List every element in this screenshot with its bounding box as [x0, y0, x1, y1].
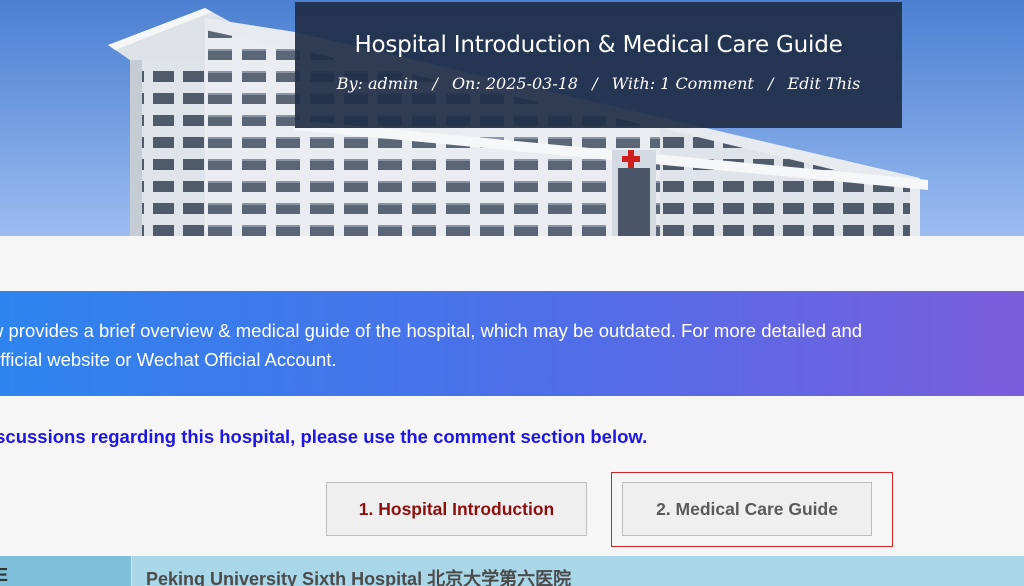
meta-separator: / — [432, 74, 438, 93]
tab-medical-care-guide[interactable]: 2. Medical Care Guide — [622, 482, 872, 536]
comment-prompt: iscussions regarding this hospital, plea… — [0, 426, 648, 447]
meta-with-label: With: — [611, 74, 656, 93]
meta-separator: / — [767, 74, 774, 93]
table-value-cell: Peking University Sixth Hospital 北京大学第六医… — [132, 556, 1024, 586]
meta-separator: / — [592, 74, 598, 93]
edit-post-link[interactable]: Edit This — [787, 74, 860, 93]
post-date-link[interactable]: 2025-03-18 — [486, 74, 578, 93]
table-key-cell: E — [0, 556, 132, 586]
hero-image: Hospital Introduction & Medical Care Gui… — [0, 0, 1024, 236]
meta-by-label: By: — [336, 74, 363, 93]
tab-hospital-introduction[interactable]: 1. Hospital Introduction — [326, 482, 587, 536]
notice-line-2: official website or Wechat Official Acco… — [0, 349, 337, 370]
post-title: Hospital Introduction & Medical Care Gui… — [354, 32, 843, 58]
post-title-box: Hospital Introduction & Medical Care Gui… — [295, 2, 902, 128]
notice-banner: w provides a brief overview & medical gu… — [0, 291, 1024, 396]
post-meta: By: admin / On: 2025-03-18 / With: 1 Com… — [295, 74, 902, 93]
table-row: E Peking University Sixth Hospital 北京大学第… — [0, 556, 1024, 586]
meta-on-label: On: — [451, 74, 481, 93]
author-link[interactable]: admin — [368, 74, 418, 93]
table-key-text: E — [0, 565, 8, 586]
notice-line-1: w provides a brief overview & medical gu… — [0, 320, 863, 341]
comments-link[interactable]: 1 Comment — [660, 74, 754, 93]
